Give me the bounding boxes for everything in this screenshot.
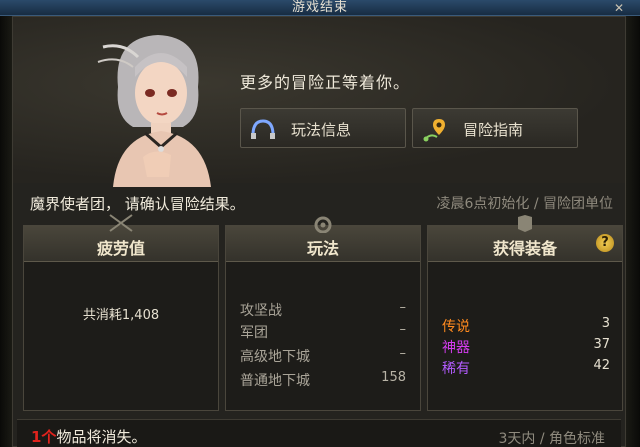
loss-text: 1个物品将消失。 — [31, 426, 146, 447]
gameplay-row-name: 攻坚战 — [240, 303, 282, 319]
equipment-row: 稀有 42 — [442, 358, 610, 380]
equipment-row-value: 37 — [593, 337, 610, 352]
reset-info: 凌晨6点初始化 / 冒险团单位 — [436, 196, 613, 212]
gameplay-title: 玩法 — [306, 239, 339, 258]
npc-message: 更多的冒险正等着你。 — [240, 73, 411, 92]
gameplay-row-value: – — [399, 346, 407, 361]
npc-portrait — [97, 35, 211, 187]
gameplay-info-icon — [251, 119, 275, 139]
npc-area: 更多的冒险正等着你。 玩法信息 冒险指南 — [13, 17, 625, 187]
equipment-row: 传说 3 — [442, 316, 610, 338]
gameplay-row-value: – — [399, 300, 407, 315]
title-bar: 游戏结束 ✕ — [0, 0, 640, 16]
fatigue-header: 疲劳值 — [24, 214, 218, 262]
equipment-row-value: 3 — [601, 316, 610, 331]
armor-icon — [518, 215, 532, 232]
fatigue-title: 疲劳值 — [96, 239, 145, 258]
gameplay-card: 玩法 攻坚战 – 军团 – 高级地下城 – 普通地下城 158 — [225, 216, 421, 411]
right-frame — [626, 16, 640, 447]
window-title: 游戏结束 — [291, 0, 348, 15]
gameplay-row-name: 高级地下城 — [240, 349, 310, 365]
gear-icon — [314, 216, 332, 233]
equipment-row-name: 传说 — [442, 319, 470, 335]
loss-info: 3天内 / 角色标准 — [498, 431, 605, 447]
result-panel: 更多的冒险正等着你。 玩法信息 冒险指南 魔界使者团， 请确认冒险结果。 凌晨6… — [12, 16, 626, 447]
gameplay-header: 玩法 — [226, 216, 420, 262]
gameplay-row-name: 军团 — [240, 325, 268, 341]
loss-row: 1个物品将消失。 3天内 / 角色标准 — [17, 419, 621, 447]
adventure-guide-button[interactable]: 冒险指南 — [412, 108, 578, 148]
gameplay-row-value: – — [399, 322, 407, 337]
confirm-text: 魔界使者团， 请确认冒险结果。 — [30, 195, 245, 213]
equipment-card: 获得装备 ? 传说 3 神器 37 稀有 42 — [427, 215, 623, 411]
equipment-row: 神器 37 — [442, 337, 610, 359]
gameplay-row: 军团 – — [240, 322, 406, 344]
gameplay-info-label: 玩法信息 — [291, 121, 352, 139]
gameplay-row: 高级地下城 – — [240, 346, 406, 368]
equipment-title: 获得装备 — [492, 239, 557, 258]
loss-count: 1个 — [31, 428, 57, 446]
map-pin-icon — [423, 119, 445, 142]
left-frame — [0, 16, 12, 447]
adventure-guide-label: 冒险指南 — [463, 121, 524, 139]
fatigue-card: 疲劳值 共消耗1,408 — [23, 214, 219, 411]
confirm-row: 魔界使者团， 请确认冒险结果。 凌晨6点初始化 / 冒险团单位 — [13, 185, 625, 215]
loss-message: 物品将消失。 — [56, 428, 147, 446]
gameplay-info-button[interactable]: 玩法信息 — [240, 108, 406, 148]
gameplay-row: 攻坚战 – — [240, 300, 406, 322]
equipment-row-name: 神器 — [442, 340, 470, 356]
gameplay-row: 普通地下城 158 — [240, 370, 406, 392]
close-icon[interactable]: ✕ — [612, 1, 626, 15]
fatigue-consumed: 共消耗1,408 — [82, 308, 160, 323]
crossed-swords-icon — [109, 214, 133, 232]
equipment-row-value: 42 — [593, 358, 610, 373]
gameplay-row-value: 158 — [381, 370, 406, 385]
equipment-header: 获得装备 ? — [428, 215, 622, 262]
gameplay-row-name: 普通地下城 — [240, 373, 310, 389]
equipment-row-name: 稀有 — [442, 361, 470, 377]
help-icon[interactable]: ? — [596, 234, 614, 252]
